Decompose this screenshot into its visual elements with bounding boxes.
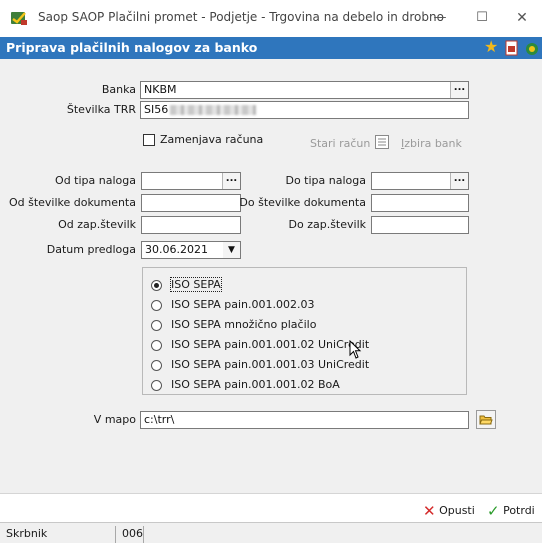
trr-value: SI56 bbox=[144, 103, 169, 116]
do-zap-label: Do zap.številk bbox=[288, 218, 367, 231]
banka-field[interactable]: NKBM ... bbox=[140, 81, 469, 99]
mapo-label: V mapo bbox=[93, 413, 136, 426]
radio[interactable] bbox=[151, 380, 162, 391]
format-option-label: ISO SEPA bbox=[170, 277, 222, 292]
od-tipa-field[interactable]: ... bbox=[141, 172, 241, 190]
list-icon[interactable] bbox=[375, 135, 389, 149]
banka-browse-button[interactable]: ... bbox=[450, 82, 468, 98]
format-option-label: ISO SEPA množično plačilo bbox=[171, 318, 317, 331]
mapo-field[interactable]: c:\trr\ bbox=[140, 411, 469, 429]
status-bar: Skrbnik 006 bbox=[0, 522, 542, 543]
radio[interactable] bbox=[151, 320, 162, 331]
od-tipa-browse-button[interactable]: ... bbox=[222, 173, 240, 189]
zamenjava-label: Zamenjava računa bbox=[160, 133, 264, 146]
folder-browse-button[interactable] bbox=[476, 410, 496, 429]
close-button[interactable]: ✕ bbox=[502, 4, 542, 32]
dialog-title: Priprava plačilnih nalogov za banko bbox=[6, 40, 258, 55]
folder-open-icon bbox=[479, 415, 493, 424]
do-tipa-label: Do tipa naloga bbox=[285, 174, 366, 187]
datum-value: 30.06.2021 bbox=[145, 243, 208, 256]
do-dokumenta-label: Do številke dokumenta bbox=[239, 196, 366, 209]
status-user: Skrbnik bbox=[4, 526, 116, 543]
do-zap-field[interactable] bbox=[371, 216, 469, 234]
minimize-button[interactable]: — bbox=[420, 4, 460, 32]
confirm-button[interactable]: ✓ Potrdi bbox=[487, 502, 535, 522]
do-tipa-field[interactable]: ... bbox=[371, 172, 469, 190]
zamenjava-checkbox[interactable] bbox=[143, 134, 155, 146]
banka-label: Banka bbox=[101, 83, 136, 96]
od-zap-field[interactable] bbox=[141, 216, 241, 234]
mouse-cursor-icon bbox=[349, 340, 362, 359]
datum-label: Datum predloga bbox=[46, 243, 136, 256]
trr-redacted bbox=[170, 105, 257, 115]
star-icon[interactable]: ★ bbox=[484, 39, 500, 55]
format-option-label: ISO SEPA pain.001.001.03 UniCredit bbox=[171, 358, 370, 371]
datum-dropdown[interactable]: 30.06.2021 ▼ bbox=[141, 241, 241, 259]
confirm-label: Potrdi bbox=[503, 504, 535, 517]
od-dokumenta-label: Od številke dokumenta bbox=[8, 196, 136, 209]
cancel-label: Opusti bbox=[439, 504, 475, 517]
od-dokumenta-field[interactable] bbox=[141, 194, 241, 212]
chevron-down-icon[interactable]: ▼ bbox=[223, 242, 240, 258]
trr-label: Številka TRR bbox=[66, 103, 136, 116]
format-option-label: ISO SEPA pain.001.001.02 UniCredit bbox=[171, 338, 370, 351]
status-code: 006 bbox=[120, 526, 144, 543]
check-icon: ✓ bbox=[487, 502, 500, 520]
radio-selected[interactable] bbox=[151, 280, 162, 291]
izbira-bank-link[interactable]: Izbira bank bbox=[401, 137, 462, 150]
do-tipa-browse-button[interactable]: ... bbox=[450, 173, 468, 189]
close-icon: ✕ bbox=[423, 502, 436, 520]
app-logo-icon bbox=[11, 12, 27, 25]
od-zap-label: Od zap.številk bbox=[58, 218, 136, 231]
mapo-value: c:\trr\ bbox=[144, 413, 175, 426]
window-title: Saop SAOP Plačilni promet - Podjetje - T… bbox=[38, 10, 444, 24]
format-option-label: ISO SEPA pain.001.001.02 BoA bbox=[171, 378, 340, 391]
stari-racun-link[interactable]: Stari račun bbox=[310, 137, 370, 150]
od-tipa-label: Od tipa naloga bbox=[55, 174, 136, 187]
radio[interactable] bbox=[151, 300, 162, 311]
dialog-header: Priprava plačilnih nalogov za banko ★ bbox=[0, 37, 542, 59]
maximize-button[interactable]: ☐ bbox=[462, 4, 502, 32]
do-dokumenta-field[interactable] bbox=[371, 194, 469, 212]
radio[interactable] bbox=[151, 340, 162, 351]
banka-value: NKBM bbox=[144, 83, 177, 96]
format-option-label: ISO SEPA pain.001.002.03 bbox=[171, 298, 315, 311]
trr-field[interactable]: SI56 bbox=[140, 101, 469, 119]
cancel-button[interactable]: ✕ Opusti bbox=[423, 502, 475, 522]
pdf-icon[interactable] bbox=[504, 40, 520, 56]
radio[interactable] bbox=[151, 360, 162, 371]
format-radio-group: ISO SEPA ISO SEPA pain.001.002.03 ISO SE… bbox=[142, 267, 467, 395]
window-titlebar: Saop SAOP Plačilni promet - Podjetje - T… bbox=[0, 0, 542, 37]
help-icon[interactable] bbox=[524, 40, 540, 56]
